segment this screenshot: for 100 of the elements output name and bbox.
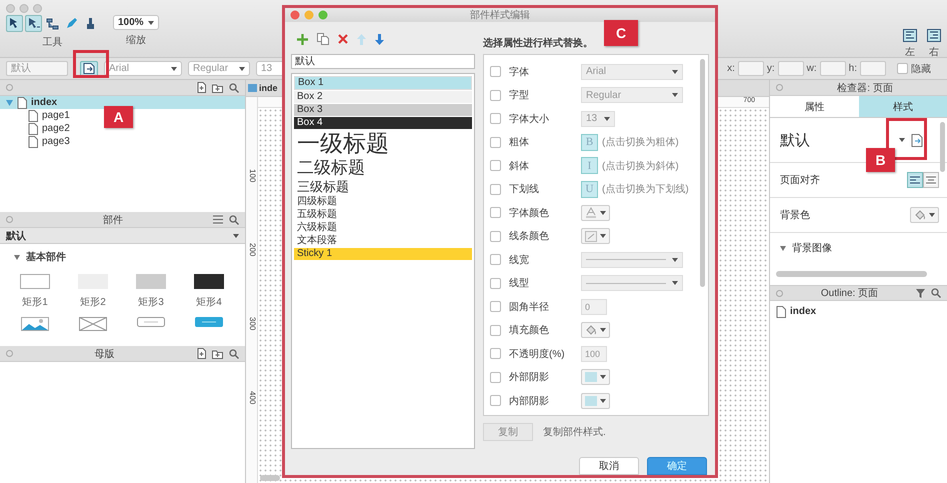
caret-icon[interactable] [148,20,154,24]
tree-item[interactable]: page2 [28,122,70,135]
hidden-checkbox[interactable] [897,63,908,74]
scrollbar[interactable] [776,271,927,277]
style-item[interactable]: Box 1 [294,76,472,90]
checkbox[interactable] [490,90,501,101]
outline-item[interactable]: index [770,305,947,318]
shadow-swatch-icon[interactable] [585,396,597,406]
search-icon[interactable] [229,348,239,358]
color-picker[interactable] [581,228,610,244]
color-picker[interactable] [581,369,610,386]
section-header[interactable]: 背景图像 [770,233,947,263]
add-folder-icon[interactable] [212,348,223,358]
tree-item[interactable]: page3 [28,135,70,148]
expand-caret-icon[interactable] [6,100,13,106]
add-page-icon[interactable] [196,348,206,359]
window-controls-icon[interactable] [290,10,328,20]
caret-icon[interactable] [672,70,678,74]
caret-icon[interactable] [899,138,905,142]
align-center-button[interactable] [923,172,939,188]
scrollbar[interactable] [260,475,280,481]
filter-icon[interactable] [916,288,925,298]
style-item[interactable]: 文本段落 [294,235,472,247]
color-picker[interactable] [581,392,610,409]
style-item[interactable]: 六级标题 [294,222,472,234]
style-item[interactable]: Box 3 [294,104,472,116]
caret-icon[interactable] [929,213,935,217]
section-header[interactable]: 基本部件 [0,244,245,264]
checkbox[interactable] [490,207,501,218]
checkbox[interactable] [490,348,501,360]
caret-icon[interactable] [600,210,606,215]
caret-icon[interactable] [604,116,610,121]
checkbox[interactable] [490,278,501,289]
caret-icon[interactable] [672,281,678,286]
style-edit-button[interactable] [80,60,98,76]
checkbox[interactable] [490,254,501,266]
placeholder-icon[interactable] [79,317,107,331]
checkbox[interactable] [490,395,501,406]
plus-icon[interactable] [297,34,308,44]
style-item[interactable]: Box 4 [294,117,472,129]
caret-icon[interactable] [600,398,606,403]
widget-item[interactable]: 矩形1 [6,274,64,309]
tree-item[interactable]: page1 [28,109,70,122]
button-widget-icon[interactable] [137,317,165,327]
font-color-icon[interactable] [585,207,597,218]
checkbox[interactable] [490,66,501,78]
close-icon[interactable] [338,34,348,44]
align-left-button[interactable] [907,172,923,188]
caret-icon[interactable] [239,66,245,70]
align-left-icon[interactable] [903,29,917,42]
color-picker[interactable] [581,204,610,221]
widget-item[interactable]: 矩形2 [64,274,122,309]
search-icon[interactable] [229,82,239,92]
caret-icon[interactable] [233,234,239,238]
widget-item[interactable]: 矩形3 [122,274,180,309]
pointer-icon[interactable] [25,15,42,32]
color-picker[interactable] [581,322,610,338]
style-name-field[interactable]: 默认 [291,54,475,69]
expand-caret-icon[interactable] [14,254,20,260]
cancel-button[interactable]: 取消 [579,457,639,475]
caret-icon[interactable] [171,66,177,70]
image-icon[interactable] [21,317,49,331]
style-edit-icon[interactable] [911,134,923,146]
pointer-icon[interactable] [6,15,23,32]
search-icon[interactable] [229,214,239,224]
style-item[interactable]: 二级标题 [294,158,472,178]
widget-item[interactable]: 矩形4 [180,274,238,309]
x-field[interactable] [738,61,764,76]
y-field[interactable] [778,61,804,76]
shadow-swatch-icon[interactable] [585,372,597,382]
w-field[interactable] [820,61,846,76]
add-page-icon[interactable] [196,82,206,93]
caret-icon[interactable] [672,258,678,262]
caret-icon[interactable] [600,234,606,238]
scrollbar[interactable] [940,122,945,172]
scrollbar[interactable] [700,59,705,287]
style-item[interactable]: 一级标题 [294,130,472,157]
line-color-icon[interactable] [585,230,597,242]
style-item[interactable]: Sticky 1 [294,248,472,260]
checkbox[interactable] [490,160,501,172]
caret-icon[interactable] [600,328,606,332]
zoom-dropdown[interactable]: 100% [113,15,159,30]
color-picker[interactable] [910,207,939,223]
style-item[interactable]: 四级标题 [294,196,472,208]
caret-icon[interactable] [600,375,606,380]
checkbox[interactable] [490,372,501,383]
style-item[interactable]: Box 2 [294,91,472,103]
tree-item[interactable]: index [0,96,245,109]
tab[interactable]: 样式 [858,96,947,117]
checkbox[interactable] [490,301,501,312]
checkbox[interactable] [490,184,501,195]
checkbox[interactable] [490,230,501,242]
search-icon[interactable] [931,288,941,298]
style-item[interactable]: 五级标题 [294,209,472,221]
checkbox[interactable] [490,324,501,336]
checkbox[interactable] [490,136,501,148]
library-dropdown[interactable]: 默认 [0,228,245,244]
h-field[interactable] [860,61,886,76]
down-arrow-icon[interactable] [375,34,384,44]
expand-caret-icon[interactable] [780,246,786,250]
